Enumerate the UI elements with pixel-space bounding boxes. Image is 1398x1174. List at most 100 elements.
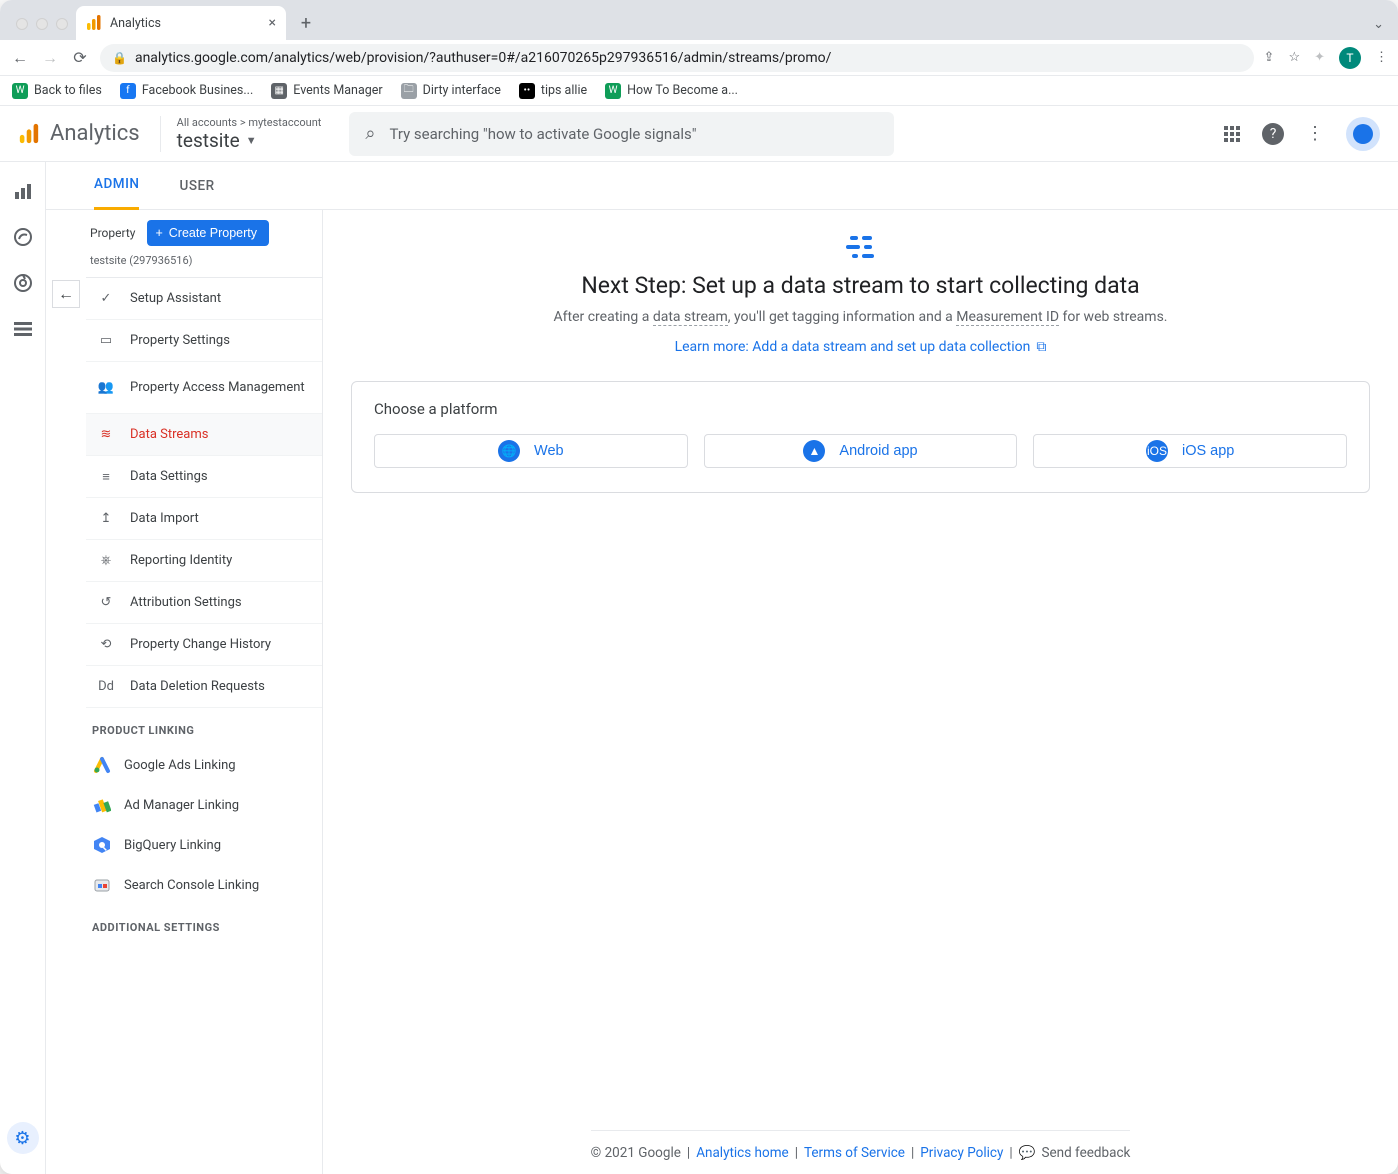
main-content: Next Step: Set up a data stream to start… xyxy=(323,210,1398,1174)
admin-property-nav: ← Property +Create Property testsite (29… xyxy=(46,210,323,1174)
footer-tos[interactable]: Terms of Service xyxy=(804,1145,905,1161)
platform-icon: iOS xyxy=(1146,440,1168,462)
next-step-title: Next Step: Set up a data stream to start… xyxy=(554,272,1168,299)
bookmark-label: Dirty interface xyxy=(423,83,501,98)
bookmark-item[interactable]: ••tips allie xyxy=(519,83,587,99)
additional-settings-header: ADDITIONAL SETTINGS xyxy=(86,905,322,942)
rail-configure-icon[interactable] xyxy=(12,318,34,340)
nav-reload-icon[interactable]: ⟳ xyxy=(70,48,90,67)
rail-admin-gear-icon[interactable]: ⚙ xyxy=(7,1122,39,1154)
nav-item-icon: ↥ xyxy=(96,511,116,526)
bookmark-star-icon[interactable]: ☆ xyxy=(1288,50,1300,65)
nav-item-label: Setup Assistant xyxy=(130,291,221,306)
bookmark-favicon: W xyxy=(12,83,28,99)
platform-android-app[interactable]: ▲ Android app xyxy=(704,434,1018,468)
traffic-light-close[interactable] xyxy=(16,18,28,30)
product-link-icon xyxy=(92,796,112,814)
bookmark-item[interactable]: WBack to files xyxy=(12,83,102,99)
property-label: Property xyxy=(90,226,135,240)
nav-item-attribution-settings[interactable]: ↺Attribution Settings xyxy=(86,582,322,624)
browser-profile-avatar[interactable]: T xyxy=(1339,47,1361,69)
nav-item-data-streams[interactable]: ≋Data Streams xyxy=(86,414,322,456)
tab-admin[interactable]: ADMIN xyxy=(94,162,139,210)
footer-privacy[interactable]: Privacy Policy xyxy=(920,1145,1003,1161)
nav-item-data-import[interactable]: ↥Data Import xyxy=(86,498,322,540)
traffic-light-min[interactable] xyxy=(36,18,48,30)
platform-icon: ▲ xyxy=(803,440,825,462)
product-link-search-console-linking[interactable]: Search Console Linking xyxy=(86,865,322,905)
nav-item-property-change-history[interactable]: ⟲Property Change History xyxy=(86,624,322,666)
product-link-bigquery-linking[interactable]: BigQuery Linking xyxy=(86,825,322,865)
nav-item-label: Reporting Identity xyxy=(130,553,232,568)
browser-toolbar: ← → ⟳ 🔒 analytics.google.com/analytics/w… xyxy=(0,40,1398,76)
nav-item-icon: ≡ xyxy=(96,469,116,485)
product-link-label: Google Ads Linking xyxy=(124,758,236,773)
collapse-nav-button[interactable]: ← xyxy=(52,280,80,308)
product-link-label: Ad Manager Linking xyxy=(124,798,239,813)
diamond-grid-icon[interactable] xyxy=(1224,126,1240,142)
analytics-logo-icon xyxy=(18,123,40,145)
dropdown-caret-icon: ▼ xyxy=(246,134,257,147)
more-vert-icon[interactable]: ⋮ xyxy=(1306,123,1324,144)
lock-icon: 🔒 xyxy=(112,51,127,65)
nav-item-setup-assistant[interactable]: ✓ Setup Assistant xyxy=(86,278,322,320)
create-property-button[interactable]: +Create Property xyxy=(147,220,269,246)
account-avatar[interactable] xyxy=(1346,117,1380,151)
address-bar[interactable]: 🔒 analytics.google.com/analytics/web/pro… xyxy=(100,44,1254,72)
platform-web[interactable]: 🌐Web xyxy=(374,434,688,468)
platform-label: Android app xyxy=(839,443,917,459)
bookmark-item[interactable]: 🗀Dirty interface xyxy=(401,83,501,99)
nav-item-icon: Dd xyxy=(96,679,116,694)
bookmark-label: tips allie xyxy=(541,83,587,98)
nav-item-icon: ⟲ xyxy=(96,637,116,652)
traffic-light-max[interactable] xyxy=(56,18,68,30)
product-link-icon xyxy=(92,756,112,774)
new-tab-button[interactable]: + xyxy=(292,9,320,37)
analytics-favicon xyxy=(86,15,102,31)
tab-user[interactable]: USER xyxy=(179,178,214,194)
platform-ios-app[interactable]: iOSiOS app xyxy=(1033,434,1347,468)
send-feedback-button[interactable]: 💬Send feedback xyxy=(1019,1145,1131,1161)
help-icon[interactable]: ? xyxy=(1262,123,1284,145)
nav-item-data-settings[interactable]: ≡Data Settings xyxy=(86,456,322,498)
feedback-icon: 💬 xyxy=(1019,1145,1036,1161)
rail-reports-icon[interactable] xyxy=(12,180,34,202)
nav-item-icon: ✓ xyxy=(96,291,116,306)
tabs-overflow-icon[interactable]: ⌄ xyxy=(1373,17,1384,32)
tab-close-icon[interactable]: × xyxy=(269,15,276,31)
nav-item-reporting-identity[interactable]: ⎈Reporting Identity xyxy=(86,540,322,582)
nav-item-icon: 👥 xyxy=(96,380,116,395)
bookmark-item[interactable]: WHow To Become a... xyxy=(605,83,738,99)
browser-menu-icon[interactable]: ⋮ xyxy=(1375,50,1388,65)
product-link-ad-manager-linking[interactable]: Ad Manager Linking xyxy=(86,785,322,825)
app-header: Analytics All accounts > mytestaccount t… xyxy=(0,106,1398,162)
browser-tab[interactable]: Analytics × xyxy=(76,6,286,40)
nav-item-icon: ≋ xyxy=(96,427,116,442)
nav-forward-icon[interactable]: → xyxy=(40,48,60,68)
footer-analytics-home[interactable]: Analytics home xyxy=(696,1145,789,1161)
bookmark-label: Facebook Busines... xyxy=(142,83,253,98)
bookmark-favicon: ▦ xyxy=(271,83,287,99)
bookmark-favicon: f xyxy=(120,83,136,99)
search-box[interactable]: ⌕ Try searching "how to activate Google … xyxy=(349,112,894,156)
data-stream-hero-icon xyxy=(846,232,876,262)
learn-more-link[interactable]: Learn more: Add a data stream and set up… xyxy=(675,339,1047,355)
bookmark-item[interactable]: ▦Events Manager xyxy=(271,83,382,99)
left-nav-rail: ⚙ xyxy=(0,162,46,1174)
rail-explore-icon[interactable] xyxy=(12,226,34,248)
rail-advertising-icon[interactable] xyxy=(12,272,34,294)
platform-label: Web xyxy=(534,443,564,459)
plus-icon: + xyxy=(155,226,162,240)
url-text: analytics.google.com/analytics/web/provi… xyxy=(135,50,831,66)
nav-item-property-settings[interactable]: ▭Property Settings xyxy=(86,320,322,362)
account-picker[interactable]: All accounts > mytestaccount testsite ▼ xyxy=(160,116,322,152)
share-icon[interactable]: ⇪ xyxy=(1264,50,1275,65)
analytics-logo[interactable]: Analytics xyxy=(18,121,140,146)
extensions-icon[interactable]: ✦ xyxy=(1314,50,1325,65)
bookmark-item[interactable]: f Facebook Busines... xyxy=(120,83,253,99)
nav-back-icon[interactable]: ← xyxy=(10,48,30,68)
nav-item-property-access-management[interactable]: 👥Property Access Management xyxy=(86,362,322,414)
nav-item-data-deletion-requests[interactable]: Dd Data Deletion Requests xyxy=(86,666,322,708)
nav-item-label: Data Deletion Requests xyxy=(130,679,265,694)
product-link-google-ads-linking[interactable]: Google Ads Linking xyxy=(86,745,322,785)
